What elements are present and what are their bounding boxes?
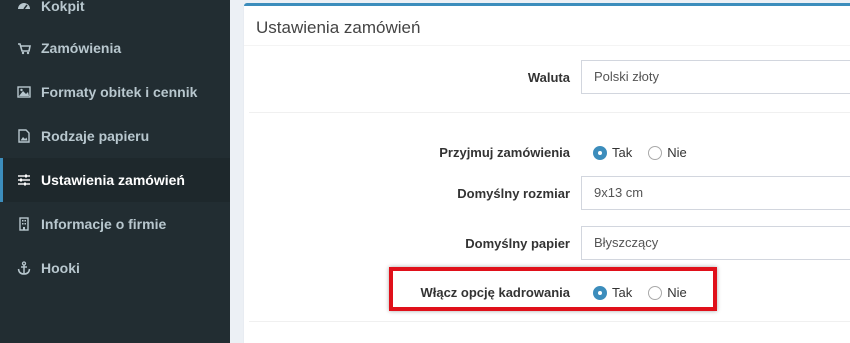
sidebar: Kokpit Zamówienia Formaty obitek i cenni… (0, 0, 230, 343)
file-image-icon (17, 129, 31, 143)
accept-orders-no-label[interactable]: Nie (667, 145, 687, 160)
default-paper-select[interactable]: Błyszczący (581, 226, 850, 260)
sidebar-item-kokpit[interactable]: Kokpit (0, 0, 230, 28)
box-header-divider (244, 45, 850, 46)
currency-value: Polski złoty (594, 69, 660, 84)
sidebar-item-rodzaje-papieru[interactable]: Rodzaje papieru (0, 114, 230, 158)
sliders-icon (17, 173, 31, 187)
image-icon (17, 85, 31, 99)
cropping-no-label[interactable]: Nie (667, 285, 687, 300)
currency-select[interactable]: Polski złoty (581, 60, 850, 94)
cropping-label: Włącz opcję kadrowania (420, 285, 570, 300)
cropping-yes-radio[interactable] (593, 285, 607, 300)
cropping-no-radio[interactable] (648, 285, 663, 300)
sidebar-item-informacje-o-firmie[interactable]: Informacje o firmie (0, 202, 230, 246)
accept-orders-yes-label[interactable]: Tak (612, 145, 632, 160)
anchor-icon (17, 261, 31, 275)
accept-orders-label: Przyjmuj zamówienia (439, 145, 570, 160)
sidebar-item-zamowienia[interactable]: Zamówienia (0, 26, 230, 70)
settings-box: Ustawienia zamówień Waluta Polski złoty … (244, 3, 850, 343)
sidebar-item-label: Zamówienia (41, 40, 122, 56)
default-size-value: 9x13 cm (594, 185, 644, 200)
section-divider (249, 321, 850, 322)
dashboard-icon (17, 0, 31, 13)
sidebar-item-formaty[interactable]: Formaty obitek i cennik (0, 70, 230, 114)
sidebar-item-label: Kokpit (41, 0, 85, 14)
default-size-label: Domyślny rozmiar (457, 186, 570, 201)
default-paper-label: Domyślny papier (465, 236, 570, 251)
sidebar-item-ustawienia-zamowien[interactable]: Ustawienia zamówień (0, 158, 230, 202)
sidebar-item-label: Ustawienia zamówień (41, 172, 185, 188)
sidebar-item-label: Hooki (41, 260, 80, 276)
cropping-yes-label[interactable]: Tak (612, 285, 632, 300)
default-size-select[interactable]: 9x13 cm (581, 176, 850, 210)
cart-icon (17, 41, 31, 55)
cropping-radio-group: Tak Nie (593, 285, 703, 300)
section-divider (249, 112, 850, 113)
sidebar-item-label: Rodzaje papieru (41, 128, 150, 144)
sidebar-item-label: Informacje o firmie (41, 216, 167, 232)
accept-orders-radio-group: Tak Nie (593, 145, 703, 160)
currency-label: Waluta (527, 70, 570, 85)
default-paper-value: Błyszczący (594, 235, 659, 250)
sidebar-item-label: Formaty obitek i cennik (41, 84, 198, 100)
page-title: Ustawienia zamówień (256, 18, 421, 37)
accept-orders-yes-radio[interactable] (593, 145, 607, 160)
building-icon (17, 217, 31, 231)
accept-orders-no-radio[interactable] (648, 145, 663, 160)
sidebar-item-hooki[interactable]: Hooki (0, 246, 230, 290)
